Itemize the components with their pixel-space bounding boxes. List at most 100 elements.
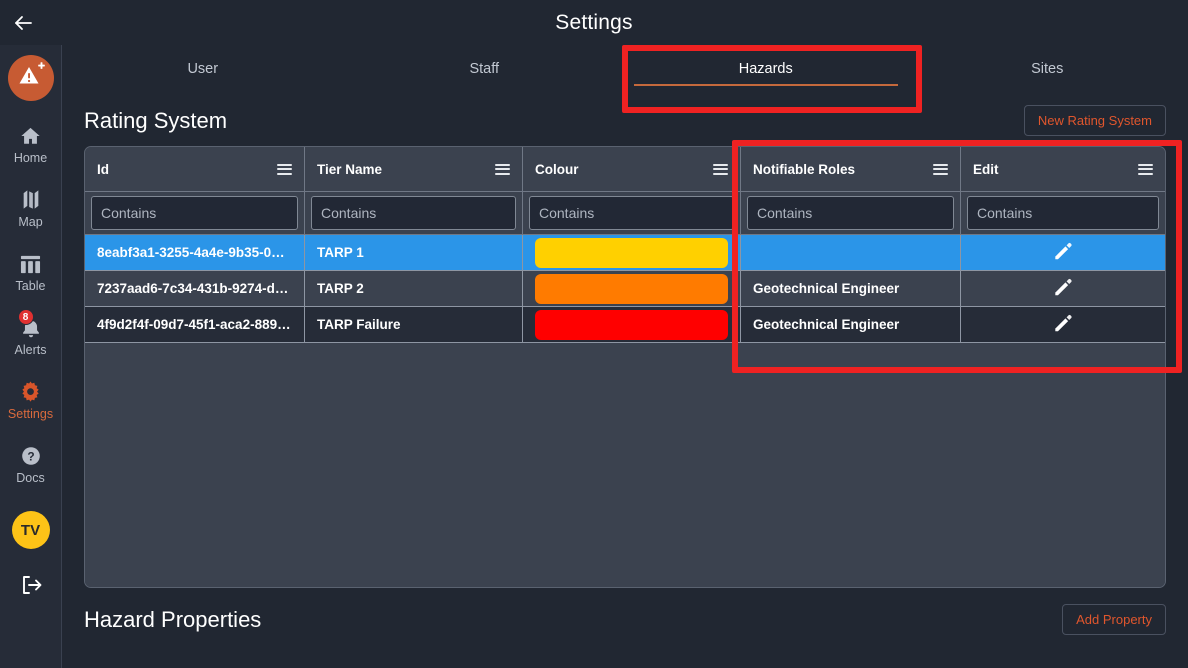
bell-icon: 8 [17, 309, 42, 339]
sidebar-item-label: Docs [16, 471, 45, 485]
new-rating-system-button[interactable]: New Rating System [1023, 105, 1166, 136]
top-bar: Settings [0, 0, 1188, 45]
main-content: User Staff Hazards Sites Rating System N… [62, 45, 1188, 668]
cell-colour [523, 235, 741, 270]
filter-input-id[interactable] [91, 196, 298, 230]
sidebar-item-map[interactable]: Map [0, 185, 62, 229]
tab-underline [634, 84, 898, 86]
grid-header-row: Id Tier Name Colour Notifiable Roles Edi… [85, 147, 1165, 191]
avatar[interactable]: TV [11, 511, 50, 549]
grid-empty-area [85, 343, 1165, 583]
sidebar-item-label: Table [15, 279, 46, 293]
cell-colour [523, 271, 741, 306]
grid-filter-row [85, 191, 1165, 235]
column-header-edit[interactable]: Edit [961, 147, 1165, 191]
gear-icon [19, 377, 42, 403]
sidebar-item-alerts[interactable]: 8 Alerts [0, 309, 62, 357]
sidebar-item-label: Alerts [14, 343, 47, 357]
cell-notifiable-roles: Geotechnical Engineer [741, 307, 961, 342]
sidebar: Home Map Table 8 Alerts Settings ? Docs … [0, 45, 62, 668]
sidebar-item-label: Settings [7, 407, 54, 421]
table-row[interactable]: 8eabf3a1-3255-4a4e-9b35-0… TARP 1 [85, 235, 1165, 271]
app-logo[interactable] [7, 55, 54, 101]
filter-input-edit[interactable] [967, 196, 1159, 230]
svg-text:?: ? [27, 450, 34, 464]
add-property-button[interactable]: Add Property [1062, 604, 1166, 635]
tab-staff[interactable]: Staff [344, 45, 626, 93]
column-header-label: Id [97, 161, 109, 177]
column-header-tier-name[interactable]: Tier Name [305, 147, 523, 191]
app-root: Settings Home Map Table 8 Alerts Setting… [0, 0, 1188, 668]
sidebar-item-table[interactable]: Table [0, 249, 62, 293]
logout-icon [19, 576, 43, 601]
filter-cell-colour [523, 192, 741, 234]
filter-cell-tier-name [305, 192, 523, 234]
page-title: Settings [555, 10, 633, 34]
back-button[interactable] [0, 0, 46, 45]
tab-user[interactable]: User [62, 45, 344, 93]
sidebar-item-home[interactable]: Home [0, 121, 62, 165]
rating-system-grid: Id Tier Name Colour Notifiable Roles Edi… [84, 146, 1166, 588]
settings-tabs: User Staff Hazards Sites [62, 45, 1188, 93]
pencil-icon[interactable] [1052, 276, 1074, 301]
rating-system-header: Rating System New Rating System [62, 93, 1188, 146]
pencil-icon[interactable] [1052, 312, 1074, 337]
tab-label: Sites [1031, 61, 1064, 77]
cell-tier-name: TARP 1 [305, 235, 523, 270]
table-row[interactable]: 4f9d2f4f-09d7-45f1-aca2-889… TARP Failur… [85, 307, 1165, 343]
cell-id: 8eabf3a1-3255-4a4e-9b35-0… [85, 235, 305, 270]
colour-swatch [535, 237, 728, 268]
sidebar-item-label: Home [13, 151, 48, 165]
sidebar-item-settings[interactable]: Settings [0, 377, 62, 421]
cell-id: 7237aad6-7c34-431b-9274-d… [85, 271, 305, 306]
tab-label: Staff [469, 61, 500, 77]
cell-edit[interactable] [961, 271, 1165, 306]
column-header-label: Colour [535, 161, 579, 177]
home-icon [19, 121, 42, 147]
hamburger-menu-icon[interactable] [277, 163, 292, 175]
hamburger-menu-icon[interactable] [933, 163, 948, 175]
tab-hazards[interactable]: Hazards [625, 45, 907, 93]
rating-system-title: Rating System [84, 107, 228, 133]
cell-notifiable-roles: Geotechnical Engineer [741, 271, 961, 306]
map-icon [20, 185, 42, 211]
cell-edit[interactable] [961, 307, 1165, 342]
column-header-id[interactable]: Id [85, 147, 305, 191]
column-header-colour[interactable]: Colour [523, 147, 741, 191]
column-header-label: Edit [973, 161, 999, 177]
table-row[interactable]: 7237aad6-7c34-431b-9274-d… TARP 2 Geotec… [85, 271, 1165, 307]
tab-underline [916, 84, 1180, 86]
filter-input-colour[interactable] [529, 196, 734, 230]
colour-swatch [535, 309, 728, 340]
filter-cell-id [85, 192, 305, 234]
tab-label: User [187, 61, 219, 77]
question-circle-icon: ? [20, 441, 42, 467]
column-header-notifiable-roles[interactable]: Notifiable Roles [741, 147, 961, 191]
filter-cell-edit [961, 192, 1165, 234]
grid-body: 8eabf3a1-3255-4a4e-9b35-0… TARP 1 7237aa… [85, 235, 1165, 587]
logout-button[interactable] [19, 573, 43, 602]
sidebar-item-docs[interactable]: ? Docs [0, 441, 62, 485]
cell-tier-name: TARP Failure [305, 307, 523, 342]
cell-colour [523, 307, 741, 342]
cell-tier-name: TARP 2 [305, 271, 523, 306]
filter-input-tier-name[interactable] [311, 196, 516, 230]
table-icon [19, 249, 42, 275]
cell-edit[interactable] [961, 235, 1165, 270]
filter-input-notifiable-roles[interactable] [747, 196, 954, 230]
alerts-badge: 8 [17, 309, 34, 325]
tab-sites[interactable]: Sites [907, 45, 1188, 93]
cell-notifiable-roles [741, 235, 961, 270]
hazard-add-icon [16, 61, 46, 95]
pencil-icon[interactable] [1052, 240, 1074, 265]
sidebar-item-label: Map [18, 215, 43, 229]
hamburger-menu-icon[interactable] [1138, 163, 1153, 175]
tab-underline [353, 84, 617, 86]
hamburger-menu-icon[interactable] [495, 163, 510, 175]
colour-swatch [535, 273, 728, 304]
column-header-label: Notifiable Roles [753, 161, 856, 177]
column-header-label: Tier Name [317, 161, 383, 177]
tab-underline [71, 84, 335, 86]
hazard-properties-header: Hazard Properties Add Property [62, 588, 1188, 635]
hamburger-menu-icon[interactable] [713, 163, 728, 175]
